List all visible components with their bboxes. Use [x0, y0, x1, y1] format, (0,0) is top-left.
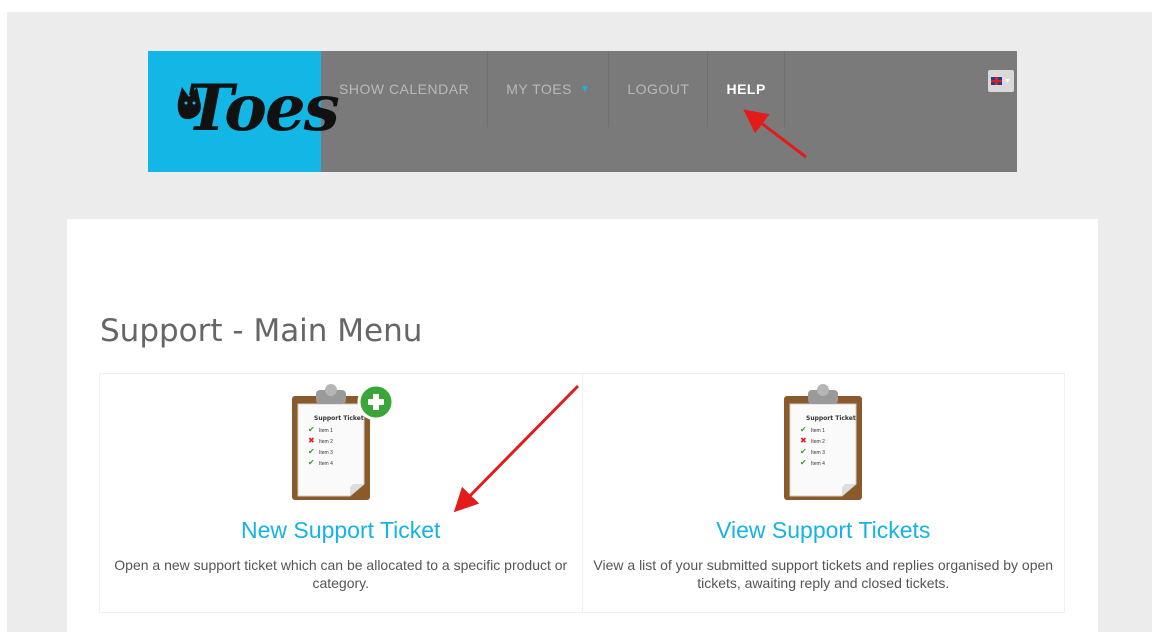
svg-text:✖: ✖ — [308, 436, 315, 445]
option-new-ticket[interactable]: Support Ticket ✔ Item 1 ✖ Item 2 ✔ Item 3 ✔… — [100, 374, 582, 612]
clipboard-item: Item 3 — [319, 450, 333, 456]
clipboard-item: Item 1 — [319, 428, 333, 434]
nav-show-calendar[interactable]: SHOW CALENDAR — [321, 51, 489, 127]
svg-text:✔: ✔ — [800, 425, 807, 434]
nav-show-calendar-label: SHOW CALENDAR — [339, 81, 470, 97]
option-view-tickets[interactable]: Support Ticket ✔ Item 1 ✖ Item 2 ✔ Item 3 ✔… — [581, 374, 1065, 612]
page-title: Support - Main Menu — [100, 313, 423, 349]
clipboard-item: Item 2 — [319, 439, 333, 445]
support-card: Support - Main Menu Support Ticket ✔ Item… — [67, 219, 1098, 632]
language-selector[interactable]: ▼ — [988, 70, 1014, 92]
clipboard-heading: Support Ticket — [806, 415, 856, 422]
nav-help-label: HELP — [726, 81, 766, 97]
clipboard-item: Item 3 — [811, 450, 825, 456]
site-header: Toes SHOW CALENDAR MY TOES ▼ LOGOUT HELP … — [148, 51, 1017, 172]
clipboard-icon: Support Ticket ✔ Item 1 ✖ Item 2 ✔ Item 3 ✔… — [784, 384, 863, 500]
clipboard-item: Item 2 — [811, 439, 825, 445]
svg-text:✔: ✔ — [800, 458, 807, 467]
logo[interactable]: Toes — [148, 51, 340, 172]
uk-flag-icon — [991, 77, 1003, 85]
nav-logout-label: LOGOUT — [627, 81, 690, 97]
nav-logout[interactable]: LOGOUT — [609, 51, 709, 127]
view-support-tickets-description: View a list of your submitted support ti… — [593, 557, 1054, 591]
logo-text: Toes — [186, 71, 340, 146]
svg-text:✔: ✔ — [308, 458, 315, 467]
nav-help[interactable]: HELP — [708, 51, 785, 127]
svg-text:✔: ✔ — [308, 425, 315, 434]
svg-text:✔: ✔ — [800, 447, 807, 456]
new-support-ticket-link[interactable]: New Support Ticket — [100, 517, 582, 544]
clipboard-item: Item 1 — [811, 428, 825, 434]
new-support-ticket-description: Open a new support ticket which can be a… — [114, 557, 568, 591]
nav-my-toes-label: MY TOES — [506, 81, 572, 97]
clipboard-item: Item 4 — [319, 461, 333, 467]
svg-text:✔: ✔ — [308, 447, 315, 456]
support-options: Support Ticket ✔ Item 1 ✖ Item 2 ✔ Item 3 ✔… — [99, 373, 1065, 613]
view-support-tickets-link[interactable]: View Support Tickets — [583, 517, 1065, 544]
caret-down-icon: ▼ — [579, 83, 591, 95]
clipboard-add-icon: Support Ticket ✔ Item 1 ✖ Item 2 ✔ Item 3 ✔… — [291, 383, 395, 500]
main-nav: SHOW CALENDAR MY TOES ▼ LOGOUT HELP — [321, 51, 785, 127]
clipboard-item: Item 4 — [811, 461, 825, 467]
caret-down-icon: ▼ — [1004, 77, 1011, 85]
svg-text:✖: ✖ — [800, 436, 807, 445]
nav-my-toes[interactable]: MY TOES ▼ — [488, 51, 610, 127]
clipboard-heading: Support Ticket — [314, 415, 364, 422]
